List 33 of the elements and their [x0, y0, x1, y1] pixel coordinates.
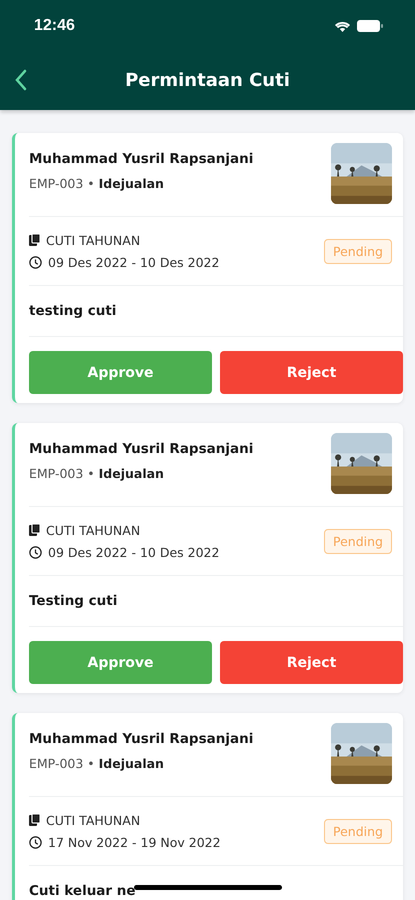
document-icon: [29, 234, 40, 246]
reject-button[interactable]: Reject: [220, 351, 403, 394]
leave-type: CUTI TAHUNAN: [46, 232, 140, 248]
employee-meta: EMP-003 • Idejualan: [29, 756, 165, 771]
employee-meta: EMP-003 • Idejualan: [29, 466, 165, 481]
leave-note: Cuti keluar ne: [29, 883, 136, 899]
employee-name: Muhammad Yusril Rapsanjani: [29, 441, 254, 457]
page-title: Permintaan Cuti: [125, 70, 290, 90]
clock-icon: [29, 836, 42, 848]
clock-icon: [29, 546, 42, 558]
status-badge: Pending: [324, 528, 392, 554]
leave-type: CUTI TAHUNAN: [46, 522, 140, 538]
employee-name: Muhammad Yusril Rapsanjani: [29, 731, 254, 747]
leave-dates: 09 Des 2022 - 10 Des 2022: [48, 544, 220, 560]
clock-icon: [29, 256, 42, 268]
leave-dates: 09 Des 2022 - 10 Des 2022: [48, 254, 220, 270]
approve-button[interactable]: Approve: [29, 641, 212, 684]
leave-note: Testing cuti: [29, 593, 118, 609]
status-time: 12:46: [34, 17, 75, 35]
document-icon: [29, 814, 40, 826]
status-badge: Pending: [324, 818, 392, 844]
approve-button[interactable]: Approve: [29, 351, 212, 394]
employee-name: Muhammad Yusril Rapsanjani: [29, 151, 254, 167]
document-icon: [29, 524, 40, 536]
employee-meta: EMP-003 • Idejualan: [29, 176, 165, 191]
leave-note: testing cuti: [29, 303, 116, 319]
status-badge: Pending: [324, 238, 392, 264]
wifi-icon: [334, 20, 351, 32]
leave-type: CUTI TAHUNAN: [46, 812, 140, 828]
back-button[interactable]: [14, 67, 28, 93]
leave-dates: 17 Nov 2022 - 19 Nov 2022: [48, 834, 221, 850]
battery-icon: [357, 20, 383, 32]
reject-button[interactable]: Reject: [220, 641, 403, 684]
